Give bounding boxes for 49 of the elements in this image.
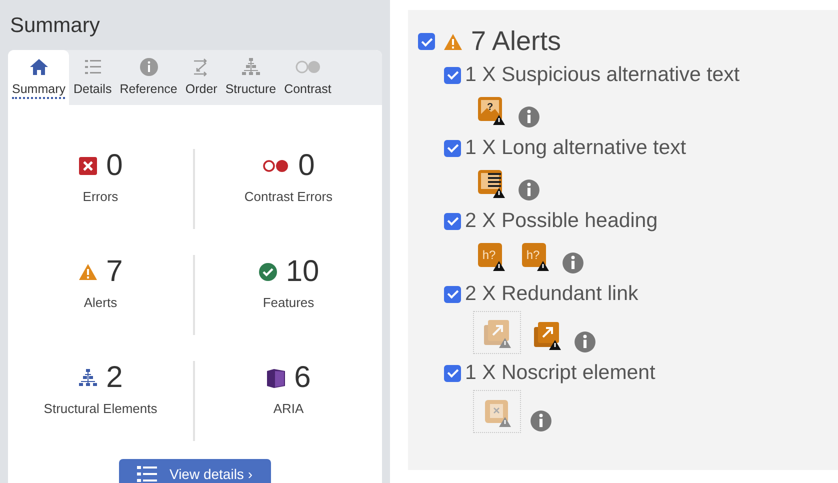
stat-label: Alerts (84, 295, 118, 310)
info-icon[interactable] (530, 410, 552, 432)
view-details-button[interactable]: View details › (119, 459, 270, 483)
list-icon (137, 466, 158, 482)
checkbox[interactable] (444, 140, 461, 156)
warning-icon (443, 32, 463, 52)
alert-label: 2 X Redundant link (465, 282, 638, 306)
tab[interactable]: Structure (221, 50, 280, 105)
stat-count: 0 (106, 149, 123, 183)
cube-icon (266, 368, 286, 388)
stat-label: Contrast Errors (244, 189, 333, 204)
stat-count: 7 (106, 255, 123, 289)
checkbox[interactable] (444, 364, 461, 382)
hierarchy-icon (240, 57, 261, 77)
home-icon (28, 57, 49, 77)
tab[interactable]: Summary (8, 50, 70, 105)
stat-count: 2 (106, 361, 123, 395)
tab[interactable]: Reference (116, 50, 182, 105)
stat-count: 0 (298, 149, 315, 183)
stat-count: 10 (286, 255, 320, 289)
tab[interactable]: Contrast (280, 50, 336, 105)
checkbox[interactable] (444, 66, 461, 84)
stat-label: Structural Elements (44, 401, 158, 416)
info-icon[interactable] (518, 179, 540, 201)
alerts-heading: 7 Alerts (471, 26, 562, 57)
alert-label: 2 X Possible heading (465, 209, 658, 233)
warning-icon (78, 262, 98, 282)
info-icon[interactable] (562, 252, 584, 274)
stat-label: Errors (82, 189, 118, 204)
error-icon (78, 156, 98, 176)
stat-label: ARIA (273, 401, 304, 416)
checkbox[interactable] (418, 33, 435, 50)
info-icon[interactable] (574, 331, 596, 353)
panel-title: Summary (9, 13, 101, 39)
tab[interactable]: Order (181, 50, 222, 105)
stat-label: Features (262, 295, 314, 310)
stat-count: 6 (294, 361, 311, 395)
tab[interactable]: Details (69, 50, 116, 105)
alert-label: 1 X Long alternative text (465, 136, 686, 160)
hierarchy-icon (78, 368, 98, 388)
alert-label: 1 X Noscript element (465, 361, 656, 385)
info-icon (138, 57, 159, 77)
checkbox[interactable] (444, 212, 461, 230)
alert-label: 1 X Suspicious alternative text (465, 63, 740, 87)
check-icon (258, 262, 278, 282)
script-warning-icon[interactable] (474, 391, 520, 432)
checkbox[interactable] (444, 286, 461, 302)
info-icon[interactable] (518, 106, 540, 128)
list-icon (82, 57, 103, 77)
